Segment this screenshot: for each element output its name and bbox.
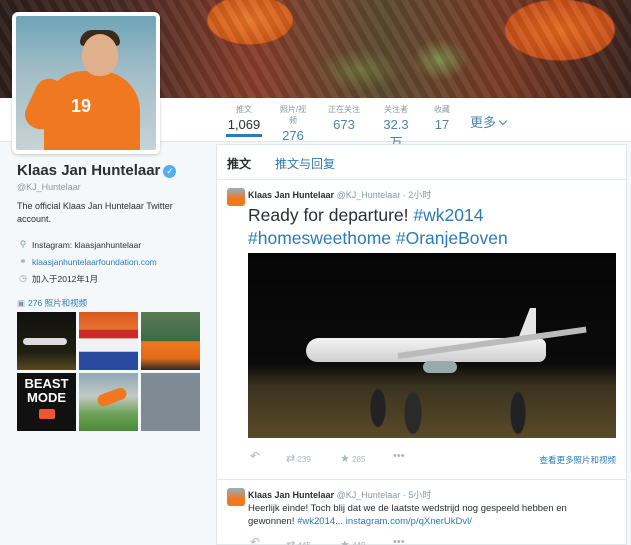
tweet-link[interactable]: instagram.com/p/qXnerUkDvl/ xyxy=(346,516,472,527)
photo-thumb[interactable] xyxy=(141,312,200,370)
profile-avatar[interactable]: 19 xyxy=(12,12,160,154)
people-silhouettes xyxy=(358,378,528,438)
chevron-down-icon xyxy=(498,116,508,126)
hashtag[interactable]: #OranjeBoven xyxy=(396,228,508,248)
hashtag[interactable]: #homesweethome xyxy=(248,228,391,248)
retweet-count: 239 xyxy=(297,455,311,464)
switch-icon xyxy=(38,409,55,419)
ellipsis-icon[interactable]: ••• xyxy=(393,536,405,545)
camera-icon: ▣ xyxy=(17,298,26,308)
joined-text: 加入于2012年1月 xyxy=(32,273,99,284)
photo-thumb[interactable] xyxy=(79,373,138,431)
photo-thumb[interactable] xyxy=(17,312,76,370)
photo-thumb[interactable] xyxy=(79,312,138,370)
stat-photos[interactable]: 照片/视频 276 xyxy=(276,104,310,143)
plane-engine xyxy=(423,361,457,373)
profile-handle[interactable]: @KJ_Huntelaar xyxy=(17,182,202,192)
profile-bio: The official Klaas Jan Huntelaar Twitter… xyxy=(17,201,173,224)
photos-videos-link[interactable]: ▣ 276 照片和视频 xyxy=(17,297,202,309)
profile-joined: ◷ 加入于2012年1月 xyxy=(17,270,202,287)
location-pin-icon: ⚲ xyxy=(19,239,27,249)
more-label: 更多 xyxy=(470,115,497,130)
retweet-button[interactable]: ⇄ 239 xyxy=(286,452,311,465)
timeline: 推文 推文与回复 Klaas Jan Huntelaar @KJ_Huntela… xyxy=(216,144,627,545)
stat-label: 推文 xyxy=(236,105,252,114)
tweet-text: Ready for departure! #wk2014 #homesweeth… xyxy=(248,204,618,250)
verified-badge-icon: ✓ xyxy=(163,165,177,178)
stat-value: 17 xyxy=(434,117,450,132)
favorite-button[interactable]: ★ 285 xyxy=(340,452,365,465)
favorite-count: 449 xyxy=(352,541,365,545)
stat-tweets[interactable]: 推文 1,069 xyxy=(226,104,262,137)
thumb-text: BEAST MODE xyxy=(24,376,69,405)
tweet-avatar[interactable] xyxy=(227,488,245,506)
tweet-handle: @KJ_Huntelaar xyxy=(336,190,401,200)
stat-favorites[interactable]: 收藏 17 xyxy=(431,104,453,132)
retweet-button[interactable]: ⇄ 445 xyxy=(286,538,311,545)
hashtag[interactable]: #wk2014... xyxy=(297,516,343,527)
photo-grid: BEAST MODE xyxy=(17,312,200,431)
photos-label: 276 照片和视频 xyxy=(28,298,88,308)
ellipsis-icon[interactable]: ••• xyxy=(393,450,405,462)
stat-value: 276 xyxy=(282,128,304,143)
hashtag[interactable]: #wk2014 xyxy=(413,205,483,225)
more-menu-button[interactable]: 更多 xyxy=(470,112,508,131)
favorite-button[interactable]: ★ 449 xyxy=(340,538,365,545)
tweet-actions: ↶ ⇄ 445 ★ 449 ••• xyxy=(248,535,608,545)
tweet-avatar[interactable] xyxy=(227,188,245,206)
profile-location: ⚲ Instagram: klaasjanhuntelaar xyxy=(17,236,202,253)
location-text: Instagram: klaasjanhuntelaar xyxy=(32,239,142,250)
stat-label: 照片/视频 xyxy=(279,105,307,125)
profile-website: ⚭ klaasjanhuntelaarfoundation.com xyxy=(17,253,202,270)
photo-thumb[interactable]: BEAST MODE xyxy=(17,373,76,431)
tweet-author[interactable]: Klaas Jan Huntelaar xyxy=(248,490,334,500)
calendar-icon: ◷ xyxy=(19,273,27,283)
favorite-count: 285 xyxy=(352,455,366,464)
tweet-author[interactable]: Klaas Jan Huntelaar xyxy=(248,190,334,200)
star-icon: ★ xyxy=(340,453,350,465)
tweet-time[interactable]: · 5小时 xyxy=(403,490,432,500)
stat-label: 关注者 xyxy=(384,105,408,114)
stat-following[interactable]: 正在关注 673 xyxy=(327,104,361,132)
tweet-media-photo[interactable] xyxy=(248,253,616,438)
tweet[interactable]: Klaas Jan Huntelaar @KJ_Huntelaar · 5小时 … xyxy=(217,480,626,545)
star-icon: ★ xyxy=(340,539,350,545)
tweet-handle: @KJ_Huntelaar xyxy=(336,490,401,500)
reply-icon[interactable]: ↶ xyxy=(250,535,260,545)
stat-value: 1,069 xyxy=(227,117,261,132)
retweet-icon: ⇄ xyxy=(286,539,296,545)
tweet-body: Ready for departure! xyxy=(248,205,409,225)
timeline-tabs: 推文 推文与回复 xyxy=(217,145,626,180)
tab-tweets[interactable]: 推文 xyxy=(227,155,251,172)
stat-value: 673 xyxy=(333,117,355,132)
tab-tweets-replies[interactable]: 推文与回复 xyxy=(275,155,335,172)
avatar-shirt xyxy=(44,71,140,150)
retweet-count: 445 xyxy=(297,541,310,545)
tweet[interactable]: Klaas Jan Huntelaar @KJ_Huntelaar · 2小时 … xyxy=(217,180,626,480)
website-link[interactable]: klaasjanhuntelaarfoundation.com xyxy=(32,257,157,267)
link-icon: ⚭ xyxy=(19,256,27,266)
reply-icon[interactable]: ↶ xyxy=(250,449,260,463)
profile-meta: ⚲ Instagram: klaasjanhuntelaar ⚭ klaasja… xyxy=(17,236,202,287)
photo-thumb[interactable] xyxy=(141,373,200,431)
tweet-header: Klaas Jan Huntelaar @KJ_Huntelaar · 5小时 xyxy=(248,488,431,501)
view-more-photos-link[interactable]: 查看更多照片和视频 xyxy=(539,454,616,466)
tweet-header: Klaas Jan Huntelaar @KJ_Huntelaar · 2小时 xyxy=(248,188,431,201)
profile-name[interactable]: Klaas Jan Huntelaar xyxy=(17,162,160,179)
avatar-head xyxy=(82,34,118,76)
retweet-icon: ⇄ xyxy=(286,453,296,465)
stat-label: 收藏 xyxy=(434,105,450,114)
tweet-time[interactable]: · 2小时 xyxy=(403,190,432,200)
profile-card: Klaas Jan Huntelaar ✓ @KJ_Huntelaar The o… xyxy=(17,162,202,309)
avatar-shirt-number: 19 xyxy=(71,96,92,116)
stat-label: 正在关注 xyxy=(328,105,360,114)
tweet-text: Heerlijk einde! Toch blij dat we de laat… xyxy=(248,502,608,528)
